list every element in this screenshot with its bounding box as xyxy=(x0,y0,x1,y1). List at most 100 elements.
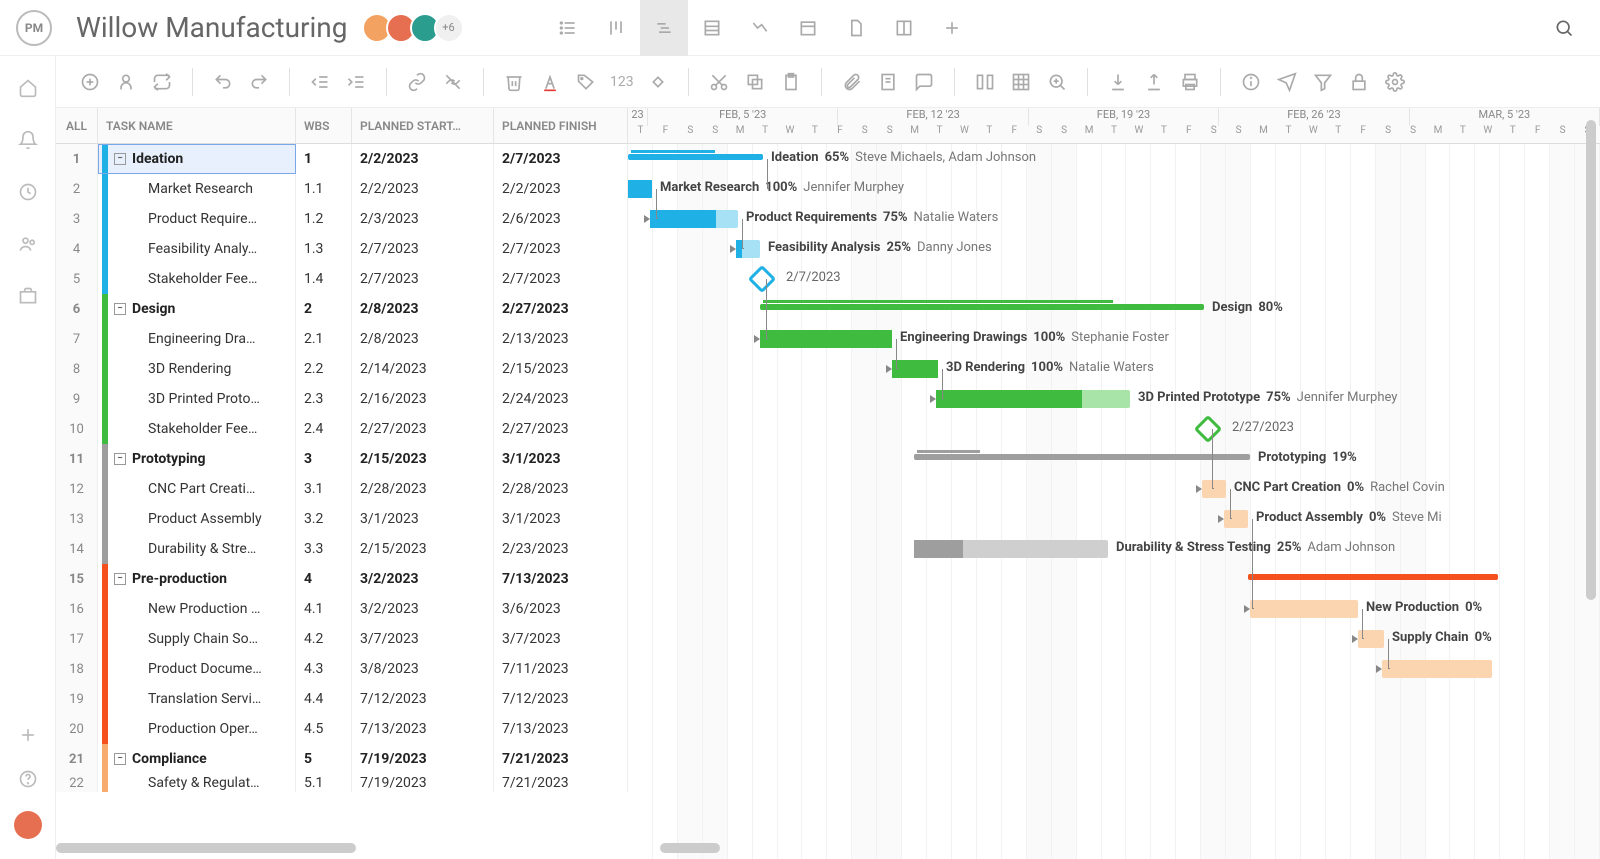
task-bar[interactable] xyxy=(628,180,652,198)
unlink-icon[interactable] xyxy=(437,66,469,98)
planned-finish-cell[interactable]: 3/7/2023 xyxy=(494,624,628,654)
gantt-row[interactable]: Design80% xyxy=(628,294,1600,324)
task-row[interactable]: 20Production Oper…4.57/13/20237/13/2023 xyxy=(56,714,628,744)
wbs-cell[interactable]: 1.3 xyxy=(296,234,352,264)
wbs-cell[interactable]: 4.2 xyxy=(296,624,352,654)
info-icon[interactable] xyxy=(1235,66,1267,98)
planned-start-cell[interactable]: 2/8/2023 xyxy=(352,294,494,324)
task-row[interactable]: 15−Pre-production43/2/20237/13/2023 xyxy=(56,564,628,594)
row-number[interactable]: 14 xyxy=(56,534,98,564)
planned-start-cell[interactable]: 2/27/2023 xyxy=(352,414,494,444)
copy-icon[interactable] xyxy=(739,66,771,98)
redo-icon[interactable] xyxy=(243,66,275,98)
task-bar[interactable] xyxy=(1202,480,1226,498)
task-row[interactable]: 7Engineering Dra…2.12/8/20232/13/2023 xyxy=(56,324,628,354)
task-bar[interactable] xyxy=(760,330,892,348)
lock-icon[interactable] xyxy=(1343,66,1375,98)
grid-body[interactable]: 1−Ideation12/2/20232/7/20232Market Resea… xyxy=(56,144,628,859)
vscroll[interactable] xyxy=(1586,120,1596,740)
planned-finish-cell[interactable]: 2/23/2023 xyxy=(494,534,628,564)
search-icon[interactable] xyxy=(1544,8,1584,48)
task-name-cell[interactable]: Translation Servi… xyxy=(98,684,296,714)
planned-start-cell[interactable]: 3/8/2023 xyxy=(352,654,494,684)
wbs-cell[interactable]: 5.1 xyxy=(296,774,352,792)
notes-icon[interactable] xyxy=(872,66,904,98)
collapse-icon[interactable]: − xyxy=(114,573,126,585)
gantt-row[interactable]: Supply Chain0% xyxy=(628,624,1600,654)
collapse-icon[interactable]: − xyxy=(114,153,126,165)
planned-start-cell[interactable]: 2/2/2023 xyxy=(352,144,494,174)
task-name-cell[interactable]: Production Oper… xyxy=(98,714,296,744)
attach-icon[interactable] xyxy=(836,66,868,98)
task-name-cell[interactable]: Product Assembly xyxy=(98,504,296,534)
row-number[interactable]: 13 xyxy=(56,504,98,534)
wbs-cell[interactable]: 3 xyxy=(296,444,352,474)
add-task-icon[interactable] xyxy=(74,66,106,98)
planned-finish-cell[interactable]: 7/11/2023 xyxy=(494,654,628,684)
milestone-icon[interactable] xyxy=(748,265,776,293)
planned-finish-cell[interactable]: 2/7/2023 xyxy=(494,144,628,174)
task-name-cell[interactable]: 3D Rendering xyxy=(98,354,296,384)
task-name-cell[interactable]: Product Docume… xyxy=(98,654,296,684)
task-name-cell[interactable]: Durability & Stre… xyxy=(98,534,296,564)
task-bar[interactable] xyxy=(914,540,1108,558)
row-number[interactable]: 5 xyxy=(56,264,98,294)
gantt-row[interactable]: Engineering Drawings100%Stephanie Foster xyxy=(628,324,1600,354)
planned-finish-cell[interactable]: 2/28/2023 xyxy=(494,474,628,504)
gantt-body[interactable]: Ideation65%Steve Michaels, Adam JohnsonM… xyxy=(628,144,1600,859)
planned-finish-cell[interactable]: 7/12/2023 xyxy=(494,684,628,714)
columns-icon[interactable] xyxy=(969,66,1001,98)
undo-icon[interactable] xyxy=(207,66,239,98)
wbs-cell[interactable]: 1.1 xyxy=(296,174,352,204)
row-number[interactable]: 2 xyxy=(56,174,98,204)
app-logo[interactable]: PM xyxy=(16,10,52,46)
tag-icon[interactable] xyxy=(570,66,602,98)
planned-finish-cell[interactable]: 3/1/2023 xyxy=(494,444,628,474)
planned-start-cell[interactable]: 7/19/2023 xyxy=(352,744,494,774)
col-all[interactable]: ALL xyxy=(56,108,98,143)
task-row[interactable]: 83D Rendering2.22/14/20232/15/2023 xyxy=(56,354,628,384)
task-name-cell[interactable]: Safety & Regulat… xyxy=(98,774,296,792)
task-name-cell[interactable]: Stakeholder Fee… xyxy=(98,264,296,294)
assign-icon[interactable] xyxy=(110,66,142,98)
row-number[interactable]: 7 xyxy=(56,324,98,354)
col-planned-finish[interactable]: PLANNED FINISH xyxy=(494,108,628,143)
task-name-cell[interactable]: Stakeholder Fee… xyxy=(98,414,296,444)
gantt-row[interactable]: 3D Rendering100%Natalie Waters xyxy=(628,354,1600,384)
planned-finish-cell[interactable]: 7/13/2023 xyxy=(494,564,628,594)
task-row[interactable]: 13Product Assembly3.23/1/20233/1/2023 xyxy=(56,504,628,534)
export-icon[interactable] xyxy=(1138,66,1170,98)
delete-icon[interactable] xyxy=(498,66,530,98)
task-row[interactable]: 10Stakeholder Fee…2.42/27/20232/27/2023 xyxy=(56,414,628,444)
planned-finish-cell[interactable]: 2/27/2023 xyxy=(494,294,628,324)
planned-finish-cell[interactable]: 2/6/2023 xyxy=(494,204,628,234)
planned-start-cell[interactable]: 3/2/2023 xyxy=(352,564,494,594)
add-icon[interactable] xyxy=(16,723,40,747)
row-number[interactable]: 17 xyxy=(56,624,98,654)
row-number[interactable]: 4 xyxy=(56,234,98,264)
task-row[interactable]: 17Supply Chain So…4.23/7/20233/7/2023 xyxy=(56,624,628,654)
view-file-icon[interactable] xyxy=(832,0,880,56)
task-row[interactable]: 19Translation Servi…4.47/12/20237/12/202… xyxy=(56,684,628,714)
planned-start-cell[interactable]: 2/7/2023 xyxy=(352,234,494,264)
col-planned-start[interactable]: PLANNED START… xyxy=(352,108,494,143)
planned-start-cell[interactable]: 2/15/2023 xyxy=(352,444,494,474)
gantt-row[interactable] xyxy=(628,684,1600,714)
wbs-cell[interactable]: 4.4 xyxy=(296,684,352,714)
grid-icon[interactable] xyxy=(1005,66,1037,98)
task-name-cell[interactable]: Supply Chain So… xyxy=(98,624,296,654)
gear-icon[interactable] xyxy=(1379,66,1411,98)
comment-icon[interactable] xyxy=(908,66,940,98)
recent-icon[interactable] xyxy=(16,180,40,204)
planned-start-cell[interactable]: 3/1/2023 xyxy=(352,504,494,534)
row-number[interactable]: 11 xyxy=(56,444,98,474)
task-row[interactable]: 5Stakeholder Fee…1.42/7/20232/7/2023 xyxy=(56,264,628,294)
planned-finish-cell[interactable]: 2/27/2023 xyxy=(494,414,628,444)
gantt-row[interactable] xyxy=(628,744,1600,774)
wbs-cell[interactable]: 4.5 xyxy=(296,714,352,744)
row-number[interactable]: 6 xyxy=(56,294,98,324)
task-row[interactable]: 22Safety & Regulat…5.17/19/20237/21/2023 xyxy=(56,774,628,792)
task-row[interactable]: 1−Ideation12/2/20232/7/2023 xyxy=(56,144,628,174)
summary-bar[interactable] xyxy=(760,304,1204,310)
planned-start-cell[interactable]: 2/15/2023 xyxy=(352,534,494,564)
